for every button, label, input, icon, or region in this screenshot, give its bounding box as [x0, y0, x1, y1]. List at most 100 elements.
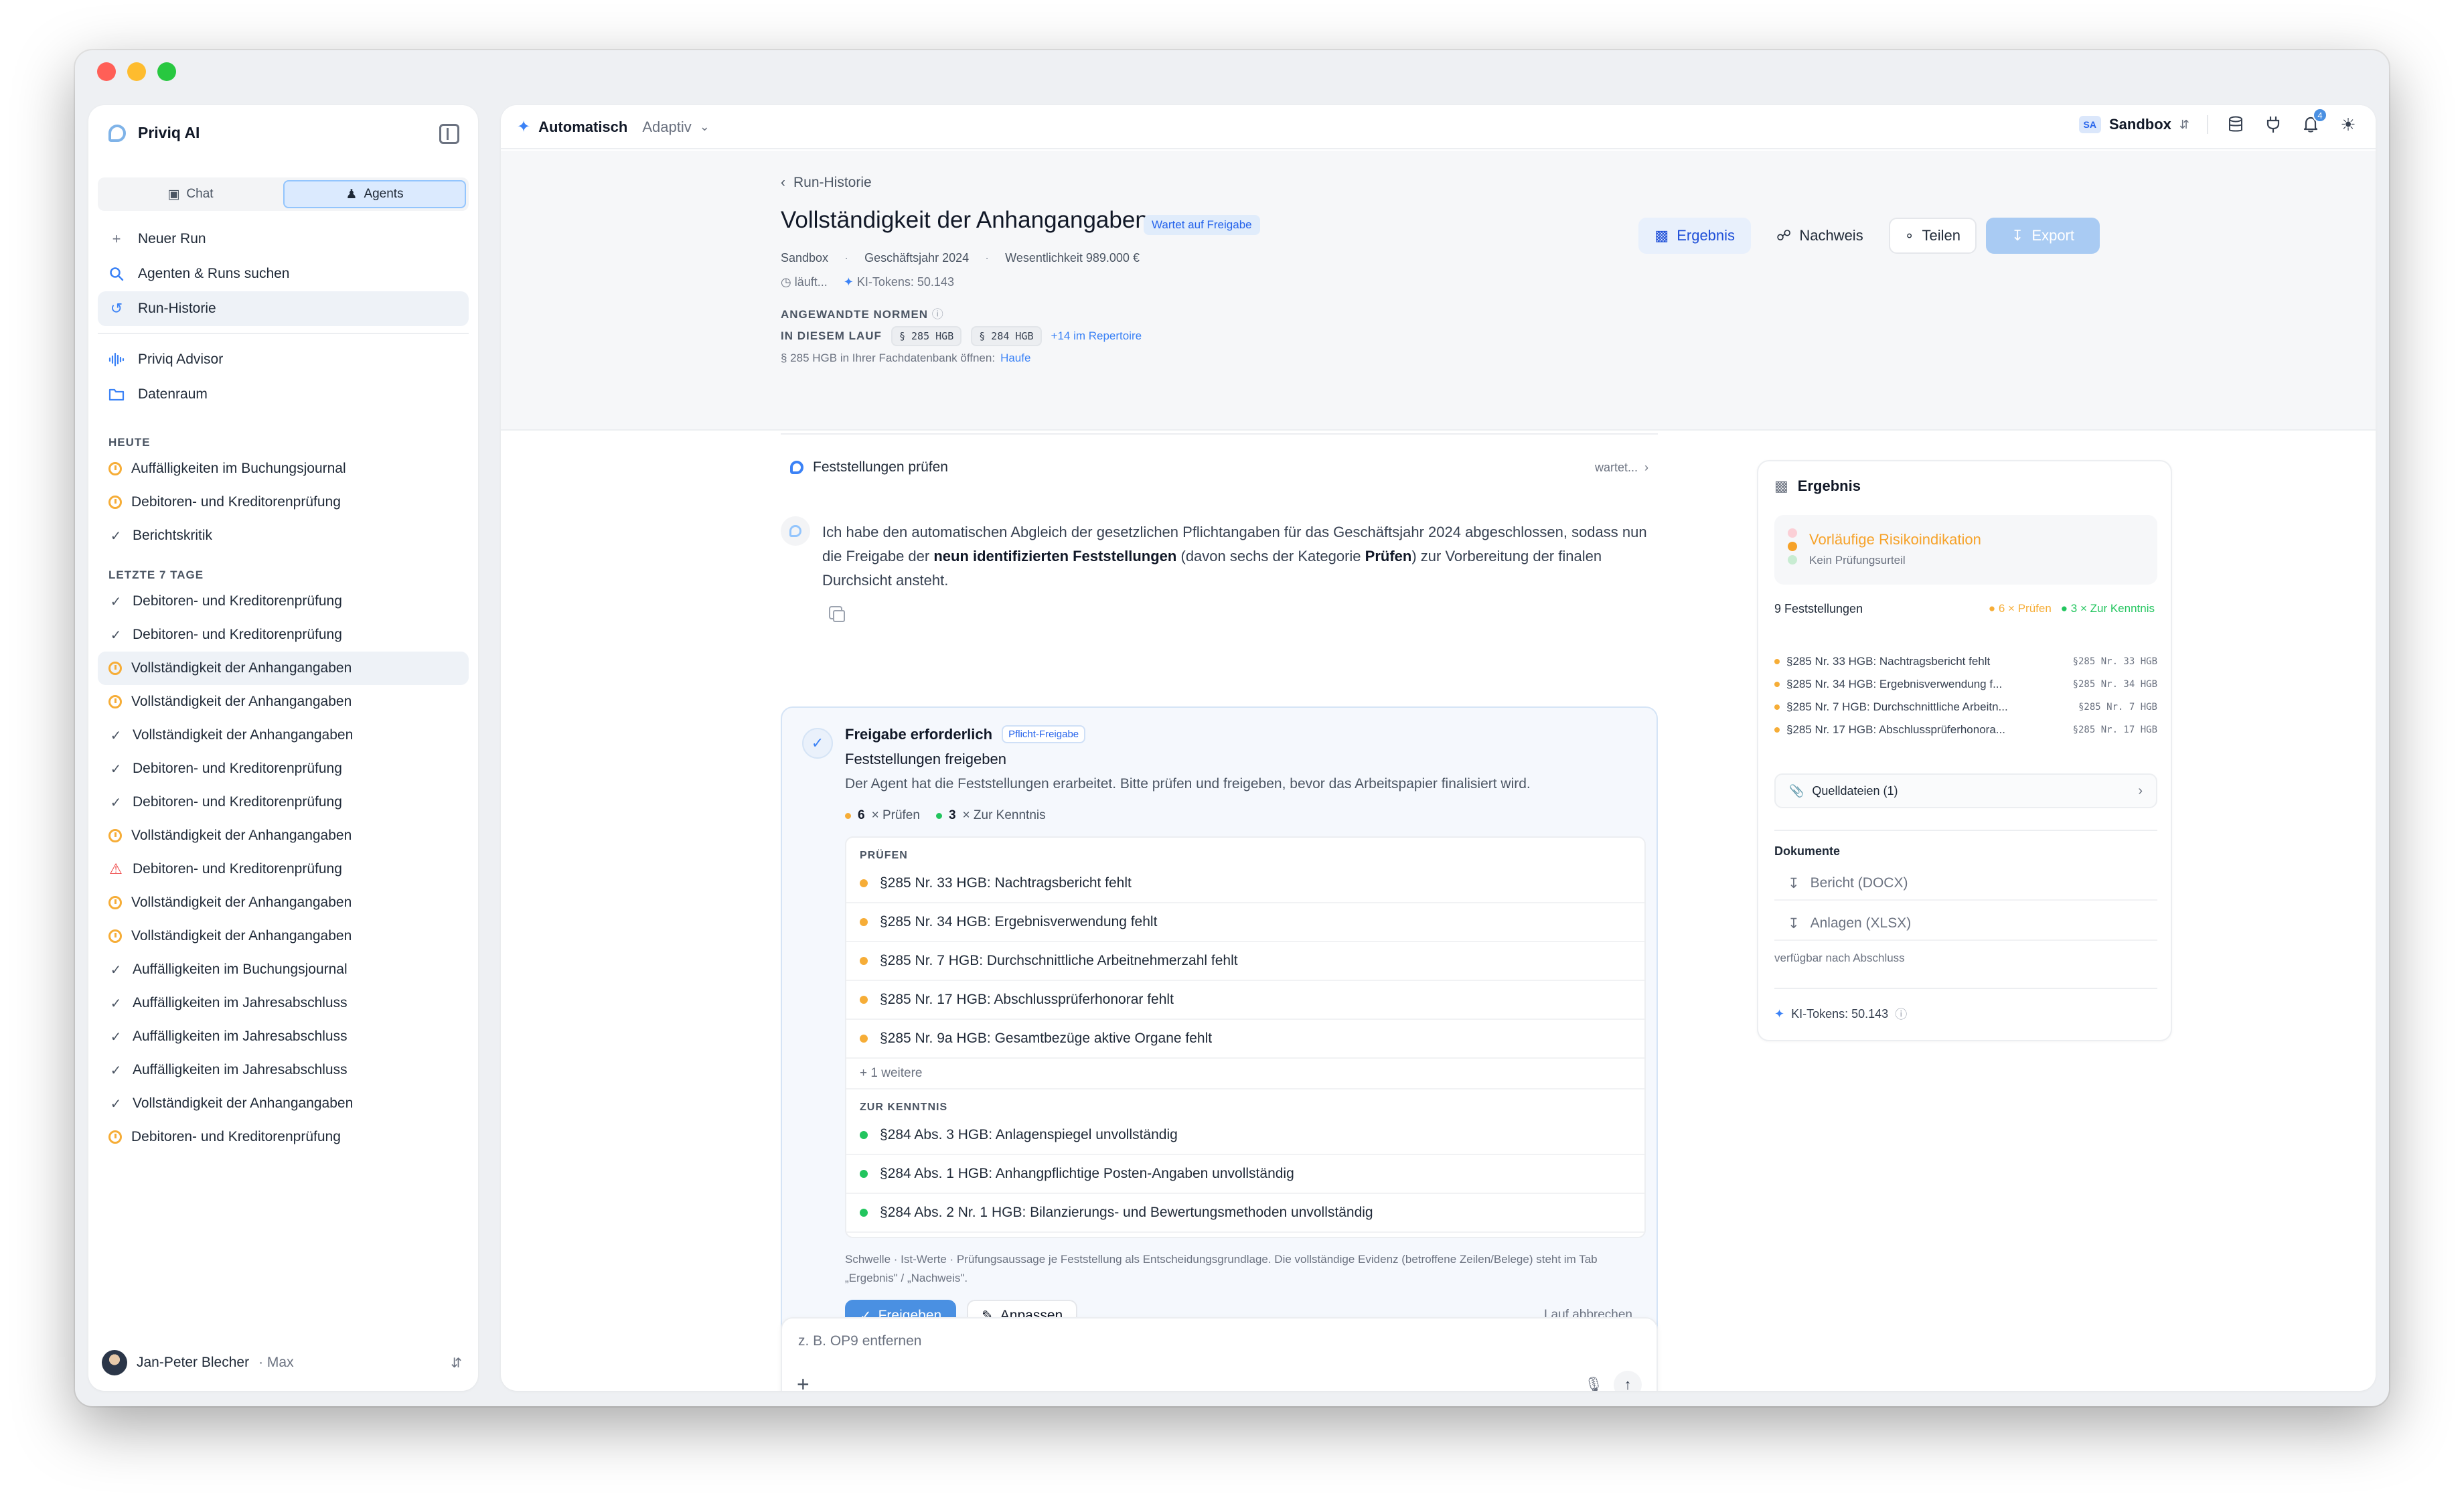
plug-icon[interactable] — [2263, 115, 2283, 135]
finding-item[interactable]: §285 Nr. 7 HGB: Durchschnittliche Arbeit… — [846, 942, 1644, 981]
week-list: ✓ Debitoren- und Kreditorenprüfung ✓ Debito… — [98, 585, 469, 1154]
nav-priviq-advisor[interactable]: Priviq Advisor — [98, 342, 469, 377]
result-finding-item[interactable]: §285 Nr. 17 HGB: Abschlussprüferhonora..… — [1774, 719, 2157, 741]
info-icon[interactable]: ⓘ — [932, 308, 944, 321]
close-window-button[interactable] — [97, 62, 116, 81]
bell-icon[interactable]: 4 — [2301, 108, 2327, 135]
finding-item[interactable]: §285 Nr. 34 HGB: Ergebnisverwendung fehl… — [846, 903, 1644, 942]
database-icon[interactable] — [2226, 115, 2246, 135]
download-annex-button[interactable]: ↧ Anlagen (XLSX) — [1774, 907, 2157, 941]
source-files-button[interactable]: 📎 Quelldateien (1) › — [1774, 773, 2157, 808]
back-to-run-history[interactable]: ‹ Run-Historie — [781, 175, 872, 191]
nav-new-run[interactable]: + Neuer Run — [98, 222, 469, 256]
history-item[interactable]: ✓ Vollständigkeit der Anhangangaben — [98, 719, 469, 752]
history-item[interactable]: Vollständigkeit der Anhangangaben — [98, 819, 469, 852]
user-menu[interactable]: Jan-Peter Blecher · Max ⇵ — [102, 1348, 462, 1377]
approval-card: ✓ Freigabe erforderlich Pflicht-Freigabe… — [781, 706, 1658, 1349]
norms-label-text: ANGEWANDTE NORMEN — [781, 308, 929, 321]
collapse-sidebar-icon[interactable] — [439, 124, 459, 144]
chart-icon: ▩ — [1654, 227, 1669, 244]
history-item-label: Auffälligkeiten im Jahresabschluss — [133, 1062, 348, 1077]
result-tokens: ✦ KI-Tokens: 50.143 ⓘ — [1774, 1005, 1907, 1023]
mode-switch: ▣ Chat ♟ Agents — [98, 177, 469, 211]
tab-evidence[interactable]: ☍ Nachweis — [1760, 218, 1879, 254]
send-arrow-icon[interactable]: ↑ — [1614, 1371, 1642, 1391]
history-item[interactable]: ✓ Debitoren- und Kreditorenprüfung — [98, 752, 469, 785]
workspace-selector[interactable]: SA Sandbox ⇵ — [2078, 116, 2189, 133]
result-finding-item[interactable]: §285 Nr. 7 HGB: Durchschnittliche Arbeit… — [1774, 696, 2157, 719]
nav-run-history[interactable]: ↺ Run-Historie — [98, 291, 469, 326]
history-item[interactable]: ✓ Auffälligkeiten im Jahresabschluss — [98, 1020, 469, 1053]
history-item-label: Vollständigkeit der Anhangangaben — [131, 828, 352, 843]
token-count: ✦ KI-Tokens: 50.143 — [844, 275, 954, 289]
minimize-window-button[interactable] — [127, 62, 146, 81]
maximize-window-button[interactable] — [157, 62, 176, 81]
page-title: Vollständigkeit der Anhangangaben — [781, 207, 1148, 233]
tab-agents[interactable]: ♟ Agents — [283, 180, 466, 208]
finding-item[interactable]: §285 Nr. 9a HGB: Gesamtbezüge aktive Org… — [846, 1020, 1644, 1059]
history-item[interactable]: ✓ Debitoren- und Kreditorenprüfung — [98, 618, 469, 652]
count-label: × Prüfen — [871, 808, 920, 822]
nav-datenraum[interactable]: Datenraum — [98, 377, 469, 412]
history-item[interactable]: ✓ Auffälligkeiten im Jahresabschluss — [98, 1053, 469, 1087]
export-button[interactable]: ↧ Export — [1985, 218, 2100, 254]
finding-item[interactable]: §284 Abs. 1 HGB: Anhangpflichtige Posten… — [846, 1155, 1644, 1194]
plus-icon[interactable]: + — [797, 1372, 810, 1391]
message-input[interactable] — [798, 1333, 1602, 1349]
result-finding-code: §285 Nr. 17 HGB — [2072, 725, 2157, 735]
breakdown-info-label: 3 × Zur Kenntnis — [2070, 602, 2155, 615]
download-report-button[interactable]: ↧ Bericht (DOCX) — [1774, 867, 2157, 901]
haufe-link[interactable]: Haufe — [1000, 352, 1030, 364]
history-item[interactable]: Debitoren- und Kreditorenprüfung — [98, 485, 469, 519]
history-item-label: Vollständigkeit der Anhangangaben — [131, 694, 352, 709]
theme-sun-icon[interactable]: ☀ — [2338, 115, 2358, 135]
history-item[interactable]: Vollständigkeit der Anhangangaben — [98, 652, 469, 685]
norm-chip[interactable]: § 284 HGB — [971, 326, 1042, 346]
mode-sub-label: Adaptiv — [642, 118, 692, 135]
history-item[interactable]: Vollständigkeit der Anhangangaben — [98, 886, 469, 919]
info-icon[interactable]: ⓘ — [1895, 1005, 1907, 1023]
clock-icon — [108, 929, 122, 943]
history-item[interactable]: ✓ Debitoren- und Kreditorenprüfung — [98, 585, 469, 618]
result-finding-item[interactable]: §285 Nr. 34 HGB: Ergebnisverwendung f...… — [1774, 673, 2157, 696]
tab-result[interactable]: ▩ Ergebnis — [1638, 218, 1752, 254]
meta-materiality: Wesentlichkeit 989.000 € — [985, 251, 1140, 265]
step-row[interactable]: Feststellungen prüfen wartet... › — [781, 433, 1658, 500]
result-finding-item[interactable]: §285 Nr. 33 HGB: Nachtragsbericht fehlt §… — [1774, 650, 2157, 673]
history-item[interactable]: Vollständigkeit der Anhangangaben — [98, 685, 469, 719]
tab-chat[interactable]: ▣ Chat — [100, 180, 281, 208]
history-item-label: Vollständigkeit der Anhangangaben — [133, 1096, 354, 1111]
nav-search[interactable]: Agenten & Runs suchen — [98, 256, 469, 291]
show-more-link[interactable]: + 1 weitere — [846, 1059, 1644, 1089]
brand: Priviq AI — [108, 124, 200, 142]
norm-chip[interactable]: § 285 HGB — [891, 326, 962, 346]
finding-label: §285 Nr. 7 HGB: Durchschnittliche Arbeit… — [880, 953, 1238, 968]
history-item[interactable]: ✓ Vollständigkeit der Anhangangaben — [98, 1087, 469, 1120]
finding-label: §284 Abs. 2 Nr. 1 HGB: Bilanzierungs- un… — [880, 1205, 1373, 1220]
finding-item[interactable]: §285 Nr. 33 HGB: Nachtragsbericht fehlt — [846, 864, 1644, 903]
traffic-light-icon — [1788, 528, 1797, 565]
copy-icon[interactable] — [829, 606, 845, 622]
status-badge: Wartet auf Freigabe — [1144, 215, 1260, 235]
history-item-label: Vollständigkeit der Anhangangaben — [131, 928, 352, 944]
history-item[interactable]: ✓ Debitoren- und Kreditorenprüfung — [98, 785, 469, 819]
finding-item[interactable]: §284 Abs. 2 Nr. 1 HGB: Bilanzierungs- un… — [846, 1194, 1644, 1233]
history-item[interactable]: ✓ Auffälligkeiten im Buchungsjournal — [98, 953, 469, 986]
history-item[interactable]: ✓ Auffälligkeiten im Jahresabschluss — [98, 986, 469, 1020]
history-item[interactable]: ⚠ Debitoren- und Kreditorenprüfung — [98, 852, 469, 886]
model-selector[interactable]: ✦ Automatisch Adaptiv ⌄ — [517, 117, 710, 137]
priviq-logo-icon — [108, 124, 126, 142]
finding-label: §284 Abs. 1 HGB: Anhangpflichtige Posten… — [880, 1166, 1294, 1181]
share-button[interactable]: ∘ Teilen — [1888, 218, 1977, 254]
history-item[interactable]: ✓ Berichtskritik — [98, 519, 469, 552]
history-item-label: Auffälligkeiten im Jahresabschluss — [133, 1029, 348, 1044]
finding-item[interactable]: §284 Abs. 3 HGB: Anlagenspiegel unvollst… — [846, 1116, 1644, 1155]
finding-item[interactable]: §285 Nr. 17 HGB: Abschlussprüferhonorar … — [846, 981, 1644, 1020]
history-item[interactable]: Debitoren- und Kreditorenprüfung — [98, 1120, 469, 1154]
history-item[interactable]: Auffälligkeiten im Buchungsjournal — [98, 452, 469, 485]
history-item[interactable]: Vollständigkeit der Anhangangaben — [98, 919, 469, 953]
count-info: 3 × Zur Kenntnis — [935, 808, 1046, 823]
microphone-icon[interactable]: 🎙 — [1584, 1376, 1603, 1391]
today-list: Auffälligkeiten im Buchungsjournal Debito… — [98, 452, 469, 552]
more-norms-link[interactable]: +14 im Repertoire — [1051, 329, 1142, 343]
